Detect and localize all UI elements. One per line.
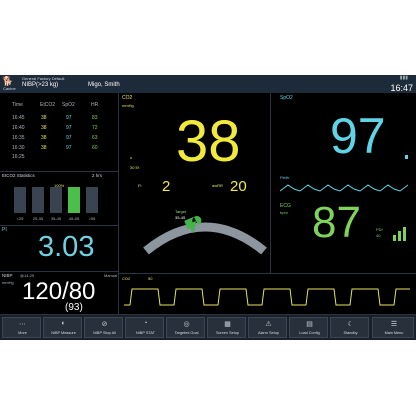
- nibp-unit: mmHg: [2, 280, 14, 285]
- patient-name: Migo, Smith: [88, 82, 120, 88]
- load-config-button[interactable]: ▤ Load Config: [289, 317, 328, 338]
- trend-table[interactable]: Time EtCO2 SpO2 HR 16:45 38 97 83 16:40 …: [0, 97, 118, 160]
- pleth-waveform: [280, 184, 409, 192]
- co2-unit: mmHg: [122, 103, 134, 108]
- patient-weight-label: NIBP(>23 kg): [22, 82, 59, 88]
- nibp-measure-button[interactable]: ◐ NIBP Measure: [43, 317, 82, 338]
- fi-value: 2: [162, 178, 171, 195]
- histogram-bin-label: 25-35: [33, 216, 44, 221]
- nibp-stat-button[interactable]: ◔ NIBP STAT: [125, 317, 164, 338]
- awrr-value: 20: [230, 178, 247, 195]
- nibp-label: NIBP: [2, 273, 13, 278]
- standby-button[interactable]: ☾ Standby: [330, 317, 369, 338]
- histogram-bin-label: 45-55: [69, 216, 80, 221]
- nibp-value: 120/80: [22, 278, 96, 305]
- config-profile: General Factory Default: [22, 76, 65, 81]
- col-hr: HR: [91, 102, 99, 108]
- more-icon: ⋯: [19, 321, 26, 328]
- alarm-icon: ⚠: [265, 321, 272, 328]
- histogram-bar: [68, 187, 80, 213]
- patient-category: Canine: [3, 86, 16, 91]
- quick-key-bar: ⋯ More ◐ NIBP Measure ⊘ NIBP Stop All ◔ NIBP…: [0, 315, 416, 340]
- targeted-goal-button[interactable]: ◎ Targeted Goal: [166, 317, 205, 338]
- ecg-unit: bpm: [280, 210, 288, 215]
- histogram-bin-label: 35-45: [51, 216, 62, 221]
- co2-label: CO2: [122, 95, 133, 101]
- etco2-stats-title: EtCO2 Statistics: [2, 173, 35, 178]
- ecg-label: ECG: [280, 203, 291, 209]
- histogram-bin-label: >55: [89, 216, 97, 221]
- more-button[interactable]: ⋯ More: [2, 317, 41, 338]
- nibp-mode: Manual: [104, 273, 118, 278]
- nibp-stat-icon: ◔: [143, 320, 148, 327]
- menu-icon: ☰: [390, 321, 398, 328]
- ecg-small-value: 40: [376, 233, 381, 238]
- hr-value: 87: [312, 198, 361, 247]
- patient-monitor-screen: 🐕 General Factory Default Canine NIBP(>2…: [0, 75, 416, 340]
- histogram-bar-bg: [32, 187, 44, 213]
- col-time: Time: [12, 102, 23, 108]
- main-menu-button[interactable]: ☰ Main Menu: [372, 317, 414, 338]
- clock: 16:47: [390, 83, 413, 93]
- etco2-value: 38: [176, 109, 241, 174]
- etco2-stats-range[interactable]: 2 hrs: [92, 173, 102, 178]
- awrr-label: awRR: [212, 183, 223, 188]
- histogram-bar-bg: [50, 187, 62, 213]
- spo2-label: SpO2: [280, 95, 293, 101]
- patient-info-bar[interactable]: 🐕 General Factory Default Canine NIBP(>2…: [0, 75, 416, 93]
- pi-value: 3.03: [38, 231, 95, 263]
- etco2-histogram: <25 25-35 35-45 45-55 >55: [14, 187, 98, 221]
- ecg-bars-icon: [393, 227, 406, 241]
- histogram-bar-bg: [86, 187, 98, 213]
- spo2-value: 97: [330, 108, 386, 164]
- pi-label: PI: [2, 227, 7, 233]
- screen-setup-button[interactable]: ▦ Screen Setup: [207, 317, 246, 338]
- co2-scale-low: o: [130, 155, 133, 160]
- col-etco2: EtCO2: [40, 102, 56, 108]
- fi-label: Fi: [138, 183, 142, 188]
- bell-icon[interactable]: ▮▮▮: [400, 75, 408, 81]
- histogram-bar-bg: [14, 187, 26, 213]
- ecg-small-label: PDI: [376, 227, 383, 232]
- target-icon: ◎: [183, 321, 190, 328]
- config-icon: ▤: [306, 321, 313, 328]
- nibp-stop-icon: ⊘: [101, 321, 108, 328]
- nibp-measure-icon: ◐: [61, 320, 66, 327]
- targeted-goal-gauge[interactable]: [140, 213, 270, 258]
- col-spo2: SpO2: [62, 102, 75, 108]
- nibp-mean: (93): [65, 302, 83, 313]
- histogram-bin-label: <25: [17, 216, 25, 221]
- co2-waveform: [124, 288, 410, 306]
- nibp-stop-all-button[interactable]: ⊘ NIBP Stop All: [84, 317, 123, 338]
- co2-scale-mid: 30 Et: [130, 165, 140, 170]
- alarm-setup-button[interactable]: ⚠ Alarm Setup: [248, 317, 287, 338]
- screen-icon: ▦: [224, 321, 231, 328]
- co2-wave-label: CO2: [122, 276, 131, 281]
- co2-wave-scale: 50: [148, 276, 153, 281]
- standby-icon: ☾: [347, 321, 354, 328]
